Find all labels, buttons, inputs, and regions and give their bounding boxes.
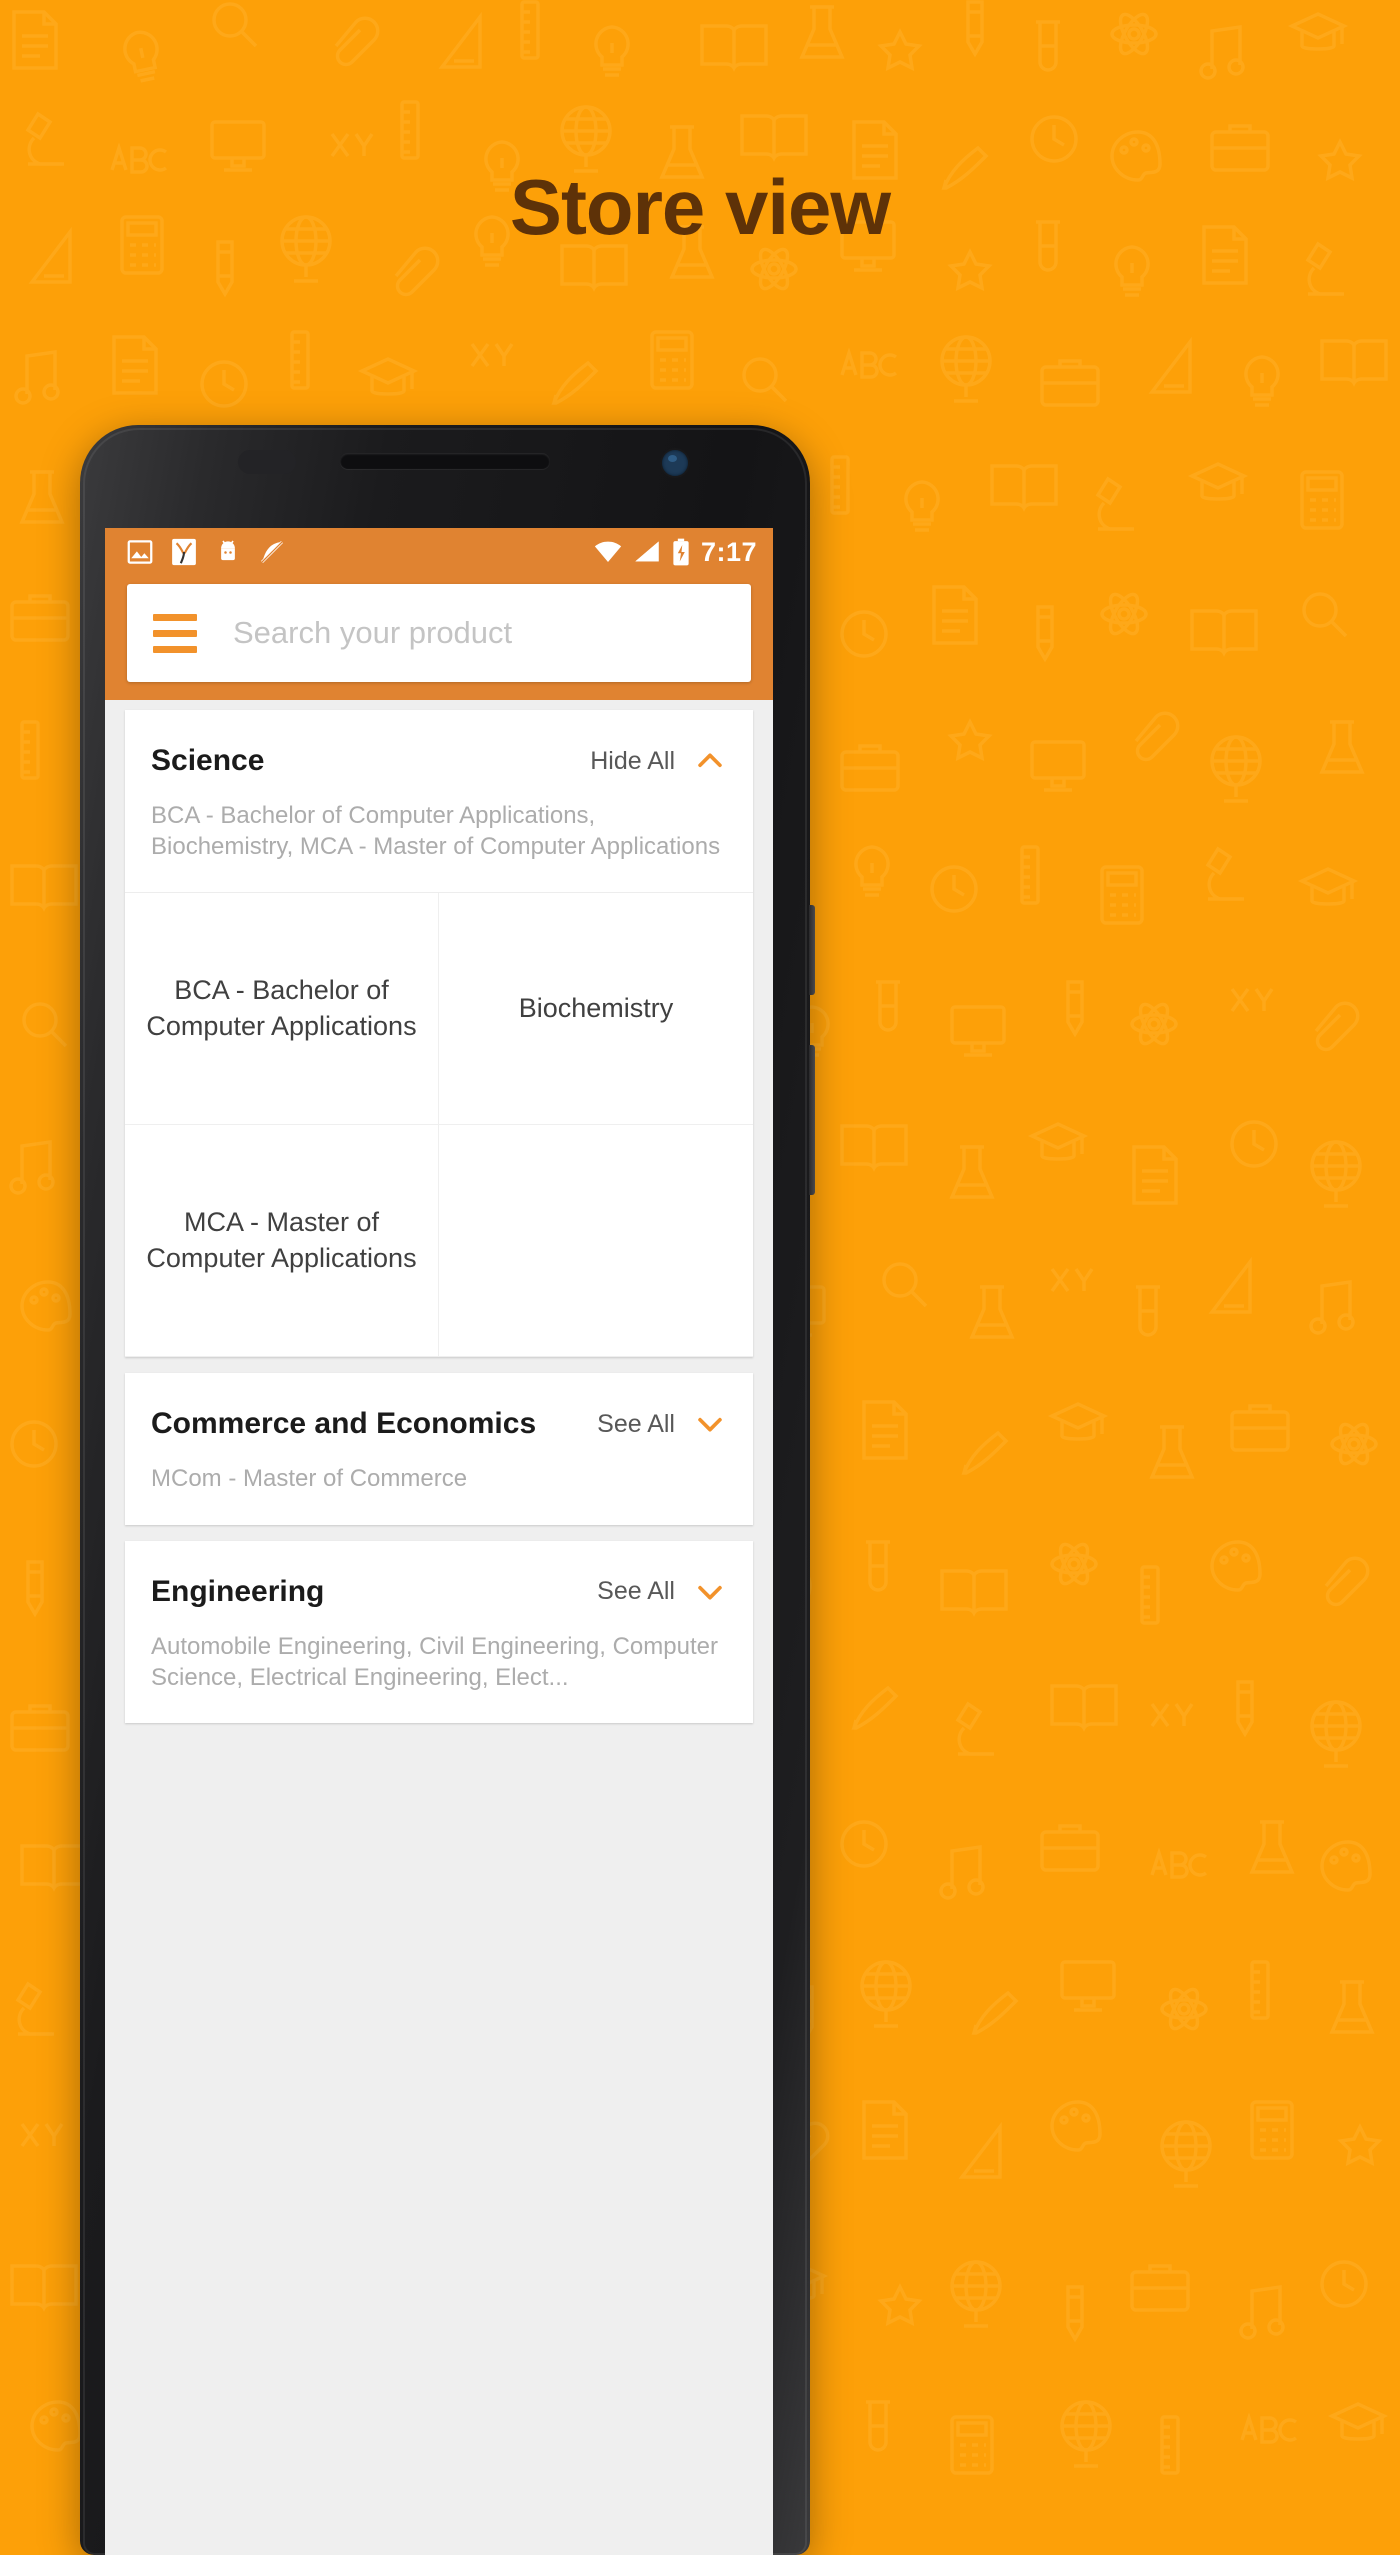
category-title: Commerce and Economics xyxy=(151,1407,537,1441)
toggle-label[interactable]: See All xyxy=(597,1577,675,1606)
image-icon xyxy=(127,540,153,564)
toggle-label[interactable]: See All xyxy=(597,1410,675,1439)
wifi-icon xyxy=(594,541,622,562)
category-summary: Automobile Engineering, Civil Engineerin… xyxy=(151,1632,718,1691)
category-card-science[interactable]: Science Hide All BCA - Bachelor of Compu… xyxy=(125,710,753,1358)
android-icon xyxy=(221,540,235,561)
earpiece-speaker xyxy=(340,453,550,469)
app-toolbar: Search your product xyxy=(105,576,773,700)
battery-charging-icon xyxy=(673,538,689,566)
category-header[interactable]: Engineering See All xyxy=(125,1541,753,1609)
category-item[interactable]: Biochemistry xyxy=(439,893,753,1126)
search-input[interactable]: Search your product xyxy=(233,615,512,651)
volume-button[interactable] xyxy=(809,1045,815,1195)
status-bar-clock: 7:17 xyxy=(700,536,757,567)
status-bar-left-icons xyxy=(125,537,287,567)
category-card-engineering[interactable]: Engineering See All Automobile Engineeri… xyxy=(125,1540,753,1723)
category-header[interactable]: Commerce and Economics See All xyxy=(125,1373,753,1441)
toggle-label[interactable]: Hide All xyxy=(590,747,675,776)
category-summary: MCom - Master of Commerce xyxy=(151,1465,468,1493)
category-items-grid[interactable]: BCA - Bachelor of Computer Applications … xyxy=(125,892,753,1358)
chevron-down-icon[interactable] xyxy=(693,1575,727,1609)
phone-mockup: 7:17 Search your product Science Hide Al… xyxy=(80,425,815,2555)
power-button[interactable] xyxy=(809,905,815,995)
hamburger-menu-icon[interactable] xyxy=(153,613,197,653)
category-title: Science xyxy=(151,744,265,777)
proximity-sensor-icon xyxy=(238,450,296,474)
status-bar: 7:17 xyxy=(105,528,773,576)
signal-icon xyxy=(635,541,659,562)
category-item[interactable]: BCA - Bachelor of Computer Applications xyxy=(125,893,439,1126)
feather-muted-icon xyxy=(261,541,283,563)
chevron-down-icon[interactable] xyxy=(693,1407,727,1441)
category-summary: BCA - Bachelor of Computer Applications,… xyxy=(151,802,721,861)
chevron-up-icon[interactable] xyxy=(693,744,727,778)
category-item[interactable]: MCA - Master of Computer Applications xyxy=(125,1125,439,1358)
category-item-empty xyxy=(439,1125,753,1358)
category-header[interactable]: Science Hide All xyxy=(125,710,753,778)
search-bar[interactable]: Search your product xyxy=(127,584,751,682)
category-list[interactable]: Science Hide All BCA - Bachelor of Compu… xyxy=(105,700,773,2555)
status-bar-right-icons: 7:17 xyxy=(593,537,757,568)
book-app-icon xyxy=(172,538,196,566)
category-card-commerce-and-economics[interactable]: Commerce and Economics See All MCom - Ma… xyxy=(125,1373,753,1525)
front-camera-icon xyxy=(662,450,688,476)
category-title: Engineering xyxy=(151,1574,325,1608)
page-title: Store view xyxy=(509,163,891,251)
phone-screen: 7:17 Search your product Science Hide Al… xyxy=(105,528,773,2555)
